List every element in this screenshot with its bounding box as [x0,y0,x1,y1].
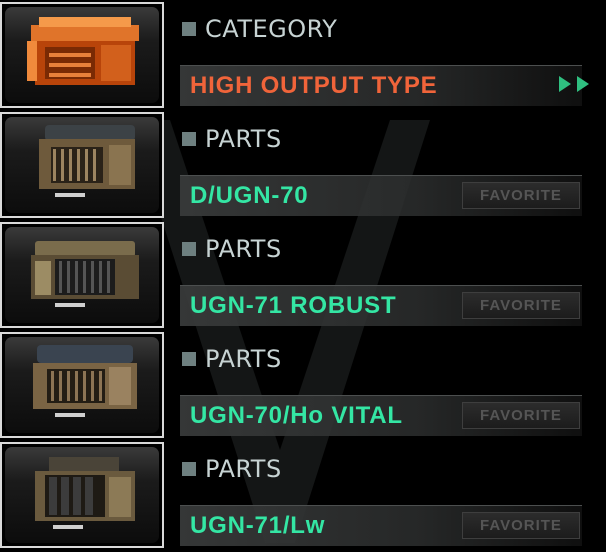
next-arrows-icon[interactable] [557,75,597,93]
part-thumbnail[interactable] [0,332,164,438]
generator-unit-icon [31,241,139,307]
part-selector[interactable]: UGN-71/Lw FAVORITE [180,505,582,546]
part-thumbnail[interactable] [0,112,164,218]
orange-generator-icon [27,17,139,85]
part-row[interactable]: PARTS D/UGN-70 FAVORITE [0,112,606,222]
part-header: PARTS [182,340,282,378]
part-selector[interactable]: UGN-71 ROBUST FAVORITE [180,285,582,326]
part-header: PARTS [182,120,282,158]
part-selector[interactable]: D/UGN-70 FAVORITE [180,175,582,216]
bullet-square-icon [182,352,196,366]
part-header: PARTS [182,450,282,488]
part-header: PARTS [182,230,282,268]
bullet-square-icon [182,132,196,146]
generator-unit-icon [39,125,135,197]
generator-unit-icon [33,345,137,417]
part-name: UGN-71 ROBUST [190,292,397,319]
part-thumbnail[interactable] [0,442,164,548]
category-value: HIGH OUTPUT TYPE [190,72,438,99]
bullet-square-icon [182,462,196,476]
part-row[interactable]: PARTS UGN-71/Lw FAVORITE [0,442,606,552]
favorite-button[interactable]: FAVORITE [462,512,580,539]
part-header-label: PARTS [205,125,282,153]
part-row[interactable]: PARTS UGN-70/Ho VITAL FAVORITE [0,332,606,442]
part-name: UGN-71/Lw [190,512,326,539]
part-name: D/UGN-70 [190,182,309,209]
category-selector[interactable]: HIGH OUTPUT TYPE [180,65,582,106]
part-header-label: PARTS [205,455,282,483]
bullet-square-icon [182,242,196,256]
favorite-button[interactable]: FAVORITE [462,402,580,429]
part-thumbnail[interactable] [0,222,164,328]
category-row[interactable]: CATEGORY HIGH OUTPUT TYPE [0,2,606,112]
category-header-label: CATEGORY [205,15,338,43]
bullet-square-icon [182,22,196,36]
category-thumbnail[interactable] [0,2,164,108]
part-selector[interactable]: UGN-70/Ho VITAL FAVORITE [180,395,582,436]
generator-unit-icon [35,457,135,529]
part-header-label: PARTS [205,235,282,263]
category-header: CATEGORY [182,10,337,48]
favorite-button[interactable]: FAVORITE [462,292,580,319]
part-header-label: PARTS [205,345,282,373]
favorite-button[interactable]: FAVORITE [462,182,580,209]
part-name: UGN-70/Ho VITAL [190,402,403,429]
part-row[interactable]: PARTS UGN-71 ROBUST FAVORITE [0,222,606,332]
